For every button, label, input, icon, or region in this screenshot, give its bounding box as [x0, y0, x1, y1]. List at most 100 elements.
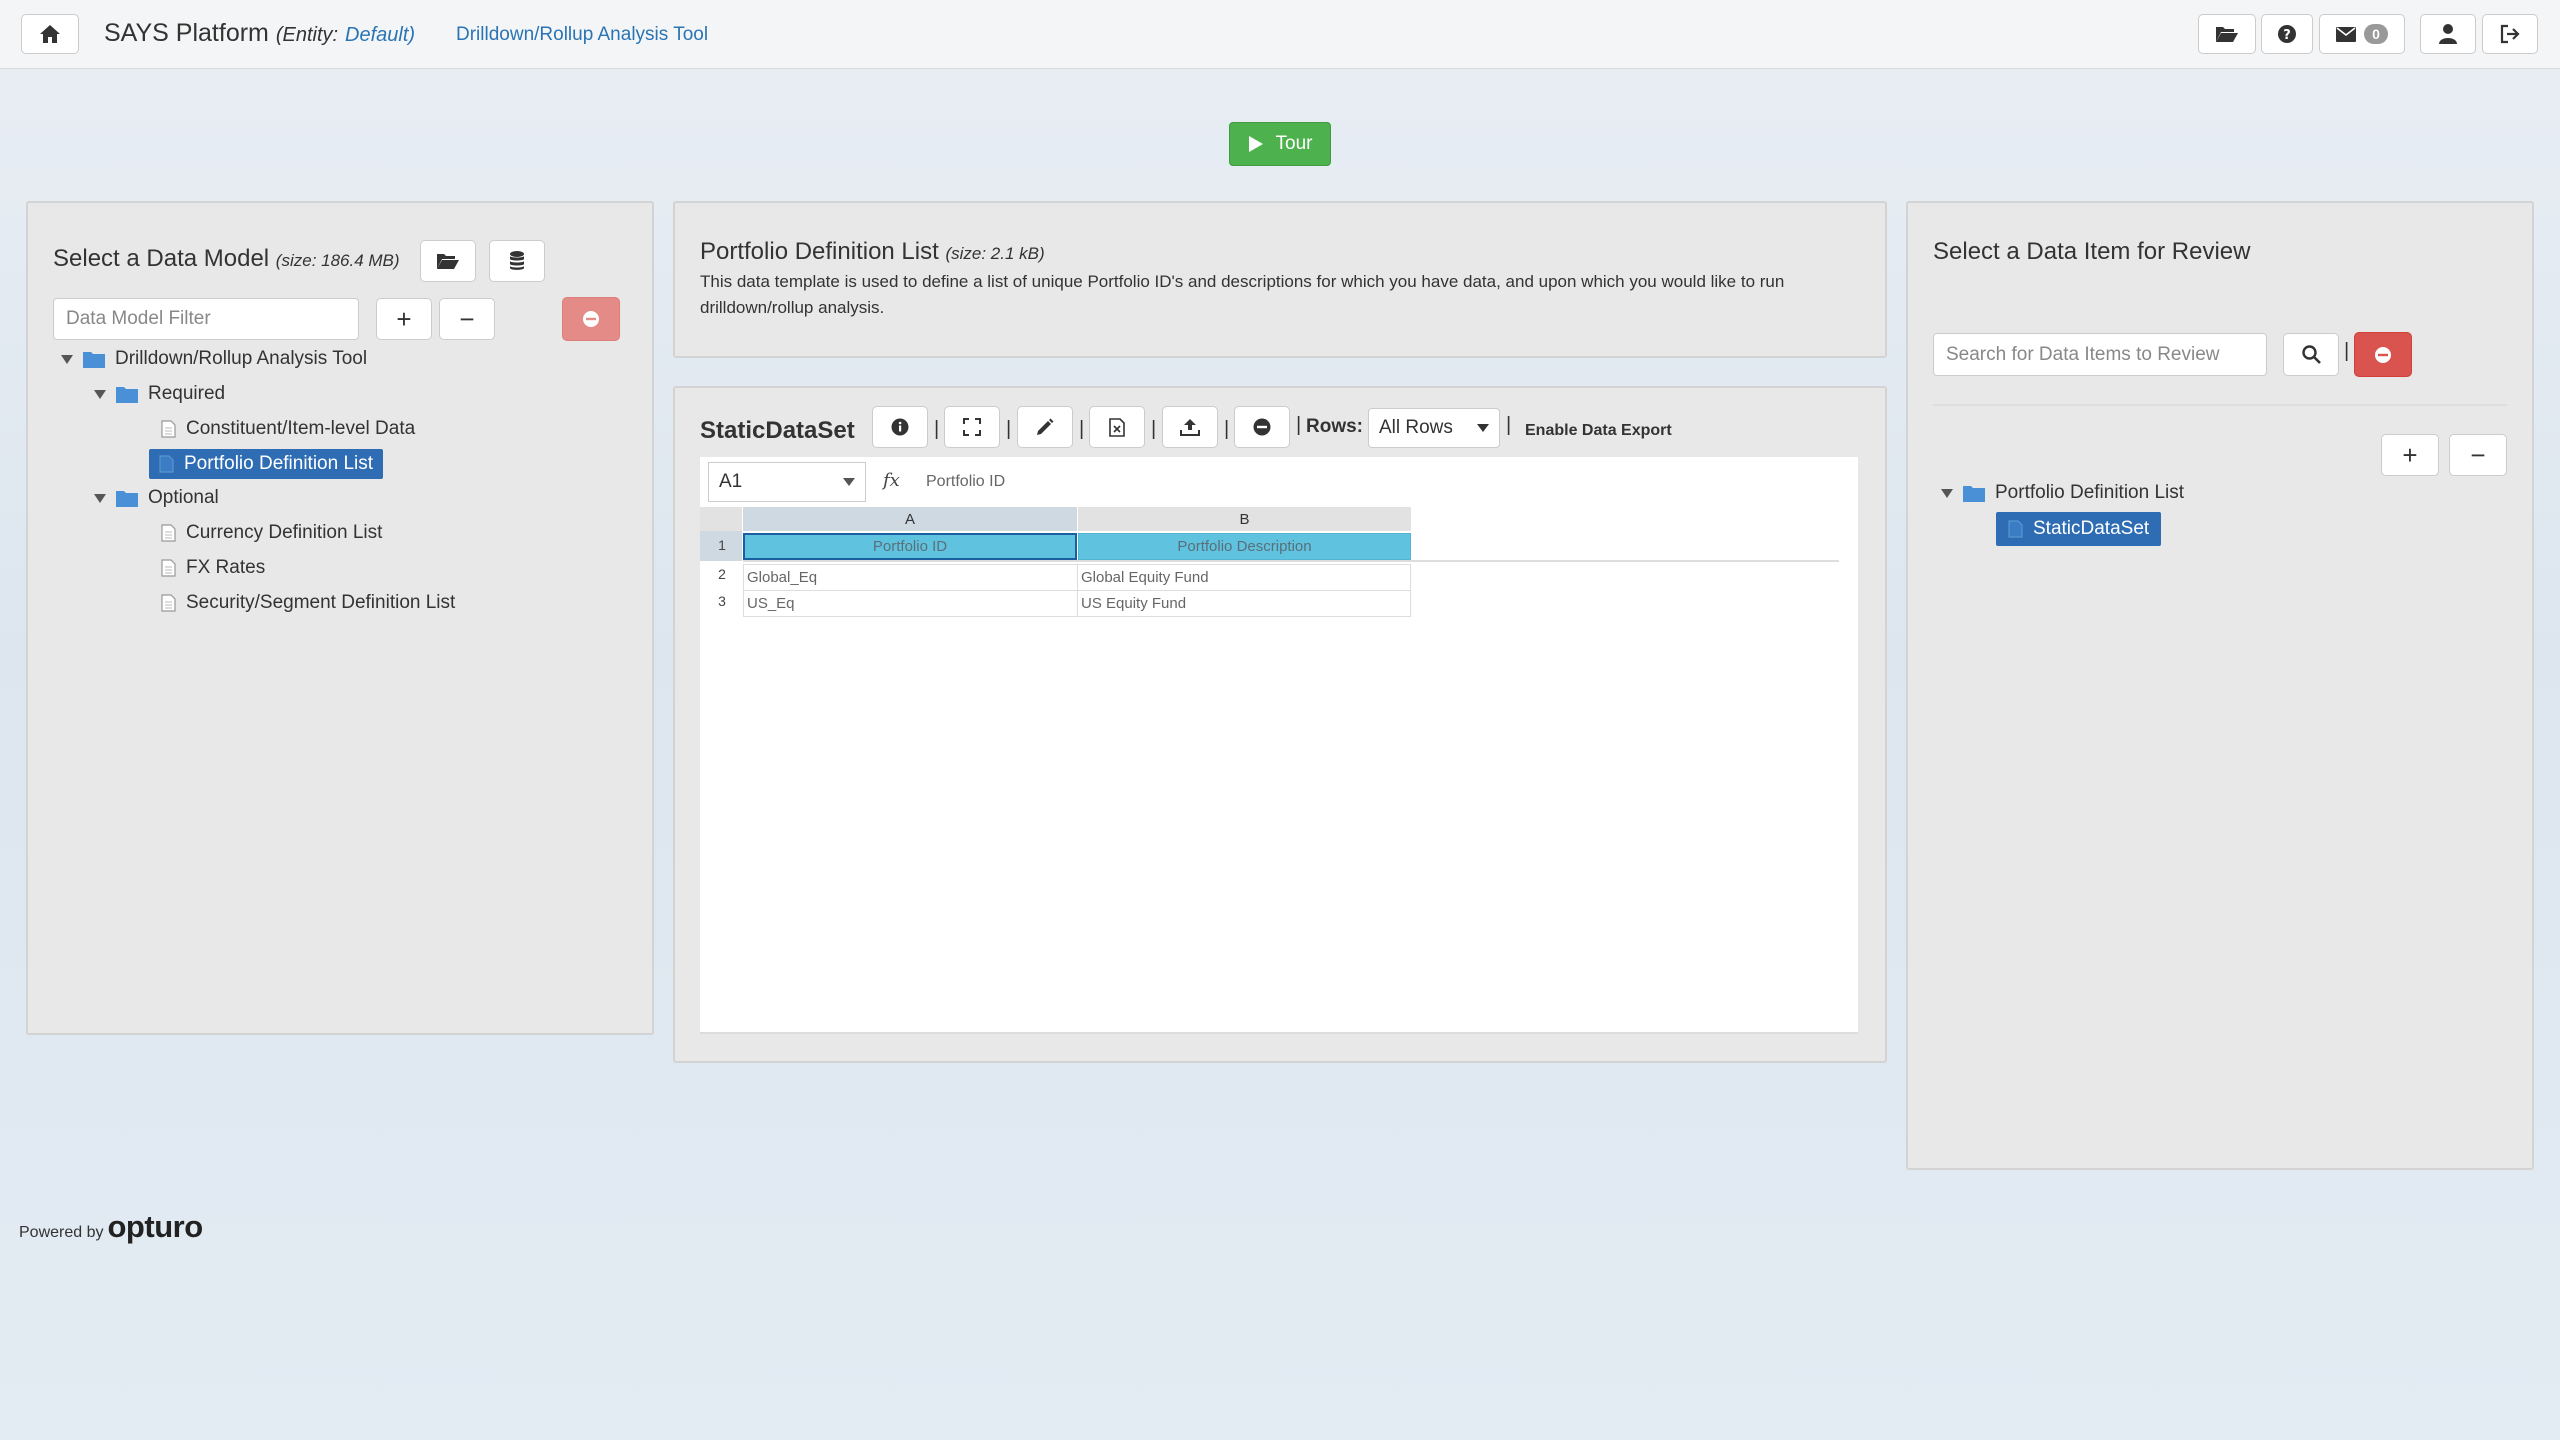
powered-by-label: Powered by	[19, 1224, 104, 1241]
tool-link[interactable]: Drilldown/Rollup Analysis Tool	[456, 24, 708, 46]
envelope-icon	[2336, 26, 2357, 42]
row-number-overlay: 1	[718, 537, 726, 553]
cell-b1[interactable]: Portfolio Description	[1078, 533, 1411, 560]
caret-down-icon[interactable]	[94, 493, 106, 503]
folder-open-icon	[2216, 27, 2238, 42]
cell-a1[interactable]: Portfolio ID	[743, 533, 1077, 560]
data-model-title-text: Select a Data Model	[53, 245, 270, 272]
info-button[interactable]	[872, 406, 928, 448]
folder-icon	[1963, 485, 1985, 502]
rows-select[interactable]: All Rows	[1368, 408, 1500, 448]
cell-a2[interactable]: Global_Eq	[743, 564, 1078, 591]
tree-item-portfolio-definition[interactable]: Portfolio Definition List	[149, 449, 384, 479]
play-icon	[1248, 136, 1263, 152]
data-model-size: (size: 186.4 MB)	[275, 251, 400, 270]
plus-icon: +	[396, 303, 412, 334]
home-icon	[40, 25, 60, 43]
review-collapse-all-button[interactable]: −	[2449, 434, 2507, 476]
tree-node-optional[interactable]: Optional	[94, 487, 219, 509]
tree-item-security-segment[interactable]: Security/Segment Definition List	[161, 592, 455, 614]
collapse-all-button[interactable]: −	[439, 298, 495, 340]
row-number: 3	[718, 593, 726, 609]
tree-required-label: Required	[148, 383, 226, 404]
tree-item-label: Security/Segment Definition List	[186, 592, 456, 613]
cell-b2[interactable]: Global Equity Fund	[1077, 564, 1411, 591]
excel-export-button[interactable]	[1089, 406, 1145, 448]
open-folder-button[interactable]	[2198, 14, 2256, 54]
caret-down-icon	[1477, 424, 1489, 432]
user-button[interactable]	[2420, 14, 2476, 54]
minus-circle-icon	[1253, 418, 1271, 436]
messages-button[interactable]: 0	[2319, 14, 2405, 54]
folder-icon	[116, 386, 138, 403]
file-icon	[161, 559, 176, 577]
open-model-button[interactable]	[420, 240, 476, 282]
app-name: SAYS Platform	[104, 19, 269, 47]
svg-text:?: ?	[2283, 28, 2291, 43]
review-tree-root-label: Portfolio Definition List	[1995, 482, 2185, 503]
caret-down-icon[interactable]	[61, 354, 73, 364]
user-icon	[2439, 24, 2457, 44]
question-icon: ?	[2278, 25, 2296, 43]
file-icon	[161, 524, 176, 542]
message-count-badge: 0	[2364, 24, 2388, 44]
minus-icon: −	[459, 303, 475, 334]
pencil-icon	[1037, 418, 1054, 435]
search-button[interactable]	[2283, 333, 2339, 376]
tree-item-constituent[interactable]: Constituent/Item-level Data	[161, 418, 415, 440]
tree-node-required[interactable]: Required	[94, 383, 225, 405]
review-expand-all-button[interactable]: +	[2381, 434, 2439, 476]
fullscreen-button[interactable]	[944, 406, 1000, 448]
formula-bar-value[interactable]: Portfolio ID	[926, 473, 1005, 491]
home-button[interactable]	[21, 14, 79, 54]
caret-down-icon[interactable]	[1941, 488, 1953, 498]
expand-all-button[interactable]: +	[376, 298, 432, 340]
tree-item-fx-rates[interactable]: FX Rates	[161, 557, 265, 579]
data-model-filter-input[interactable]: Data Model Filter	[53, 298, 359, 340]
tree-node-root[interactable]: Drilldown/Rollup Analysis Tool	[61, 348, 367, 370]
cell-a3[interactable]: US_Eq	[743, 590, 1078, 617]
minus-circle-icon	[583, 311, 599, 327]
edit-button[interactable]	[1017, 406, 1073, 448]
upload-icon	[1180, 419, 1200, 436]
template-title-text: Portfolio Definition List	[700, 238, 939, 265]
column-header-b[interactable]: B	[1078, 507, 1411, 531]
help-button[interactable]: ?	[2261, 14, 2313, 54]
review-tree-item-staticdataset[interactable]: StaticDataSet	[1996, 512, 2162, 546]
cell-reference: A1	[719, 471, 743, 492]
rows-label: Rows:	[1306, 416, 1363, 437]
tree-item-label: Currency Definition List	[186, 522, 383, 543]
cell-b3[interactable]: US Equity Fund	[1077, 590, 1411, 617]
enable-data-export-link[interactable]: Enable Data Export	[1525, 422, 1672, 440]
file-icon	[161, 594, 176, 612]
powered-by: Powered by opturo	[19, 1209, 203, 1245]
minus-icon: −	[2470, 439, 2486, 470]
spreadsheet[interactable]: A1 fx Portfolio ID A B 1 1 Portfolio ID …	[700, 457, 1858, 1034]
sign-out-icon	[2500, 24, 2520, 44]
upload-button[interactable]	[1162, 406, 1218, 448]
clear-filter-button[interactable]	[562, 297, 620, 341]
clear-search-button[interactable]	[2354, 332, 2412, 377]
tour-button[interactable]: Tour	[1229, 122, 1331, 166]
tree-root-label: Drilldown/Rollup Analysis Tool	[115, 348, 368, 369]
review-panel-title: Select a Data Item for Review	[1933, 238, 2251, 265]
data-item-search-input[interactable]: Search for Data Items to Review	[1933, 333, 2267, 376]
entity-value[interactable]: Default)	[345, 24, 415, 46]
data-model-title: Select a Data Model (size: 186.4 MB)	[53, 245, 400, 273]
column-header-a[interactable]: A	[743, 507, 1077, 531]
caret-down-icon[interactable]	[94, 389, 106, 399]
file-excel-icon	[1109, 417, 1125, 437]
logout-button[interactable]	[2482, 14, 2538, 54]
clear-data-button[interactable]	[1234, 406, 1290, 448]
cell-reference-box[interactable]: A1	[708, 462, 866, 502]
expand-icon	[963, 418, 981, 436]
template-title: Portfolio Definition List (size: 2.1 kB)	[700, 238, 1045, 266]
tree-optional-label: Optional	[148, 487, 219, 508]
tree-item-currency[interactable]: Currency Definition List	[161, 522, 382, 544]
review-tree-root[interactable]: Portfolio Definition List	[1941, 482, 2184, 504]
tree-item-label: Constituent/Item-level Data	[186, 418, 416, 439]
folder-open-icon	[437, 254, 459, 269]
database-button[interactable]	[489, 240, 545, 282]
folder-icon	[83, 351, 105, 368]
template-size: (size: 2.1 kB)	[945, 244, 1045, 263]
